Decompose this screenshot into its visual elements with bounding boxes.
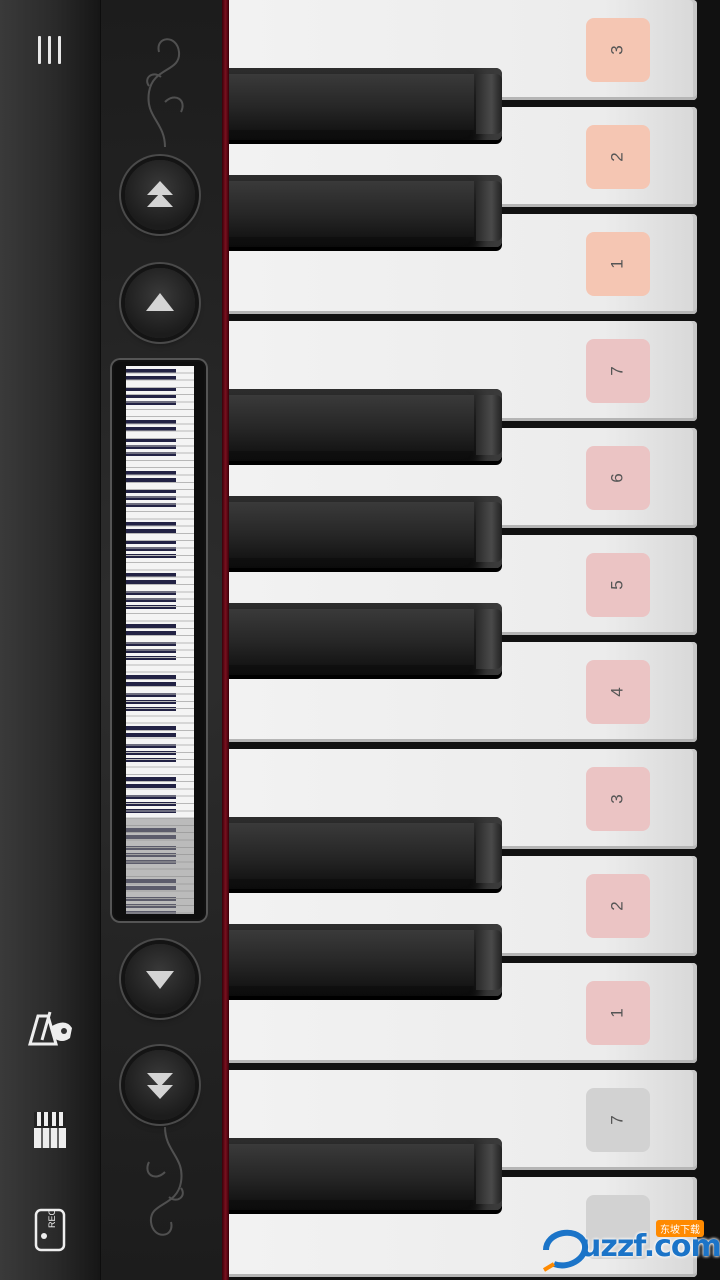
watermark-tag: 东坡下载: [656, 1220, 704, 1237]
black-key[interactable]: [229, 1138, 502, 1210]
note-badge: 4: [586, 660, 650, 724]
note-label: 3: [608, 794, 627, 804]
note-label: 7: [608, 1115, 627, 1125]
note-badge: 5: [586, 553, 650, 617]
note-badge: 3: [586, 18, 650, 82]
note-label: 2: [608, 152, 627, 162]
black-key[interactable]: [229, 817, 502, 889]
rec-label: REC: [47, 1208, 57, 1228]
piano-keyboard: 3 2 1 7 6 5 4 3 2 1 7: [229, 0, 720, 1280]
note-label: 5: [608, 580, 627, 590]
keyboard-icon[interactable]: [20, 1106, 80, 1156]
menu-icon[interactable]: [28, 30, 72, 70]
note-label: 3: [608, 45, 627, 55]
black-key[interactable]: [229, 175, 502, 247]
triangle-up-icon: [146, 293, 174, 311]
ornament-top-icon: [146, 38, 184, 148]
key-up-button[interactable]: [125, 268, 195, 338]
watermark-swirl-icon: [542, 1229, 589, 1272]
note-label: 7: [608, 366, 627, 376]
octave-down-button[interactable]: [125, 1050, 195, 1120]
mini-keyboard-navigator[interactable]: [110, 358, 208, 923]
note-badge: 2: [586, 125, 650, 189]
black-key[interactable]: [229, 924, 502, 996]
note-badge: 7: [586, 339, 650, 403]
note-badge: 2: [586, 874, 650, 938]
note-badge: 1: [586, 232, 650, 296]
note-label: 2: [608, 901, 627, 911]
key-down-button[interactable]: [125, 944, 195, 1014]
note-label: 1: [608, 1008, 627, 1018]
metronome-icon[interactable]: [20, 1004, 80, 1054]
note-label: 4: [608, 687, 627, 697]
note-badge: 1: [586, 981, 650, 1045]
note-badge: 6: [586, 446, 650, 510]
black-key[interactable]: [229, 496, 502, 568]
note-badge: 7: [586, 1088, 650, 1152]
sidebar: REC: [0, 0, 100, 1280]
black-key[interactable]: [229, 68, 502, 140]
note-label: 6: [608, 473, 627, 483]
black-key[interactable]: [229, 389, 502, 461]
black-key[interactable]: [229, 603, 502, 675]
triangle-down-icon: [146, 971, 174, 989]
double-triangle-down-icon: [147, 1073, 173, 1099]
double-triangle-up-icon: [147, 181, 173, 207]
octave-up-button[interactable]: [125, 160, 195, 230]
note-badge: 3: [586, 767, 650, 831]
mini-keyboard-keys: [126, 366, 194, 914]
red-felt-strip: [222, 0, 229, 1280]
watermark-logo: uzzf.com 东坡下载: [536, 1218, 720, 1274]
record-button[interactable]: REC: [20, 1206, 80, 1256]
note-label: 1: [608, 259, 627, 269]
mini-keyboard-visible-window[interactable]: [126, 818, 194, 914]
ornament-bottom-icon: [146, 1126, 184, 1236]
